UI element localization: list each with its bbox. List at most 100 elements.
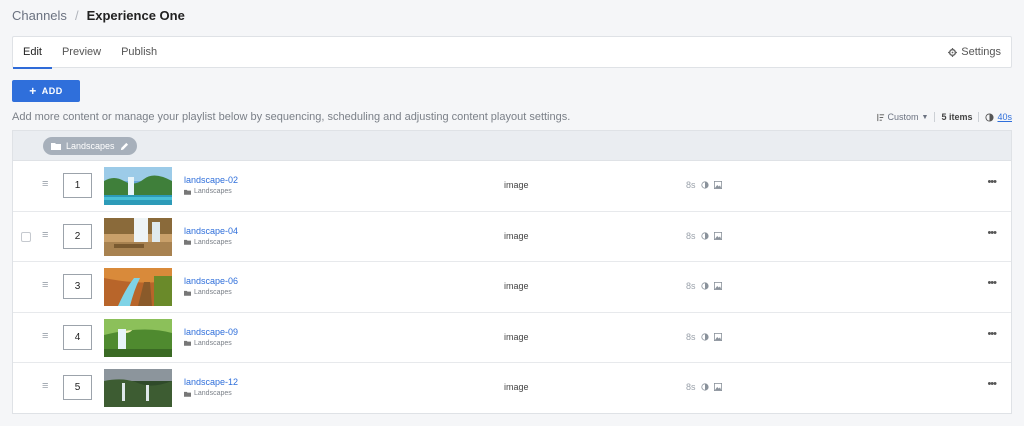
settings-label: Settings — [961, 46, 1001, 58]
more-icon[interactable]: ••• — [987, 227, 997, 239]
sort-dropdown[interactable]: Custom ▼ — [876, 112, 929, 122]
group-label: Landscapes — [66, 141, 115, 151]
item-duration: 8s — [686, 332, 722, 342]
items-count: 5 items — [941, 112, 973, 122]
order-input[interactable]: 4 — [63, 324, 92, 350]
playlist-toolbar: Custom ▼ 5 items 40s — [876, 111, 1012, 123]
chevron-down-icon: ▼ — [921, 113, 929, 121]
folder-label: Landscapes — [194, 339, 232, 347]
drag-handle-icon[interactable]: ≡ — [42, 380, 48, 392]
group-header: Landscapes — [13, 131, 1011, 161]
item-title[interactable]: landscape-12 — [184, 377, 238, 387]
contrast-icon[interactable] — [700, 181, 709, 189]
table-row[interactable]: ≡ 4 landscape-09 Landscapes image 8s ••• — [13, 313, 1011, 364]
thumbnail — [104, 167, 172, 205]
item-type: image — [504, 382, 529, 393]
breadcrumb-separator: / — [74, 8, 79, 23]
item-duration: 8s — [686, 382, 722, 392]
item-folder: Landscapes — [184, 289, 232, 296]
order-input[interactable]: 3 — [63, 274, 92, 300]
group-chip[interactable]: Landscapes — [43, 137, 137, 155]
breadcrumb-channels-link[interactable]: Channels — [12, 8, 67, 23]
image-icon[interactable] — [713, 383, 722, 392]
settings-link[interactable]: Settings — [948, 37, 1001, 68]
order-input[interactable]: 1 — [63, 173, 92, 198]
folder-icon — [184, 290, 191, 296]
item-duration: 8s — [686, 231, 722, 241]
image-icon[interactable] — [713, 181, 722, 189]
image-icon[interactable] — [713, 332, 722, 341]
drag-handle-icon[interactable]: ≡ — [42, 279, 48, 291]
more-icon[interactable]: ••• — [987, 176, 997, 188]
more-icon[interactable]: ••• — [987, 328, 997, 340]
drag-handle-icon[interactable]: ≡ — [42, 229, 48, 241]
item-type: image — [504, 281, 529, 292]
folder-icon — [184, 189, 191, 195]
item-folder: Landscapes — [184, 340, 232, 347]
duration-value: 8s — [686, 281, 696, 292]
folder-label: Landscapes — [194, 390, 232, 398]
table-row[interactable]: ≡ 1 landscape-02 Landscapes image 8s ••• — [13, 161, 1011, 212]
divider — [934, 112, 936, 122]
duration-value: 8s — [686, 230, 696, 241]
drag-handle-icon[interactable]: ≡ — [42, 178, 48, 190]
item-duration: 8s — [686, 281, 722, 291]
playlist-panel: Landscapes ≡ 1 landscape-02 Landscapes i… — [12, 130, 1012, 414]
more-icon[interactable]: ••• — [987, 277, 997, 289]
item-duration: 8s — [686, 180, 722, 190]
thumbnail — [104, 369, 172, 408]
contrast-icon[interactable] — [700, 333, 709, 341]
contrast-icon[interactable] — [700, 282, 709, 290]
item-title[interactable]: landscape-04 — [184, 226, 238, 236]
sort-icon — [876, 113, 884, 121]
tab-edit[interactable]: Edit — [13, 37, 52, 69]
total-duration-value: 40s — [997, 112, 1012, 122]
add-button[interactable]: + ADD — [12, 80, 80, 102]
table-row[interactable]: ≡ 5 landscape-12 Landscapes image 8s ••• — [13, 363, 1011, 414]
tab-publish[interactable]: Publish — [111, 37, 167, 68]
folder-label: Landscapes — [194, 188, 232, 195]
drag-handle-icon[interactable]: ≡ — [42, 330, 48, 342]
item-title[interactable]: landscape-06 — [184, 276, 238, 286]
item-type: image — [504, 331, 529, 342]
page-title: Experience One — [86, 8, 185, 23]
folder-icon — [184, 391, 191, 397]
item-type: image — [504, 230, 529, 241]
row-checkbox[interactable] — [21, 231, 31, 242]
more-icon[interactable]: ••• — [987, 378, 997, 390]
image-icon[interactable] — [713, 282, 722, 291]
gear-icon — [948, 48, 958, 57]
item-folder: Landscapes — [184, 188, 232, 195]
contrast-icon[interactable] — [700, 231, 709, 240]
duration-value: 8s — [686, 382, 696, 393]
item-title[interactable]: landscape-02 — [184, 175, 238, 185]
order-input[interactable]: 2 — [63, 223, 92, 249]
folder-icon — [184, 341, 191, 347]
table-row[interactable]: ≡ 2 landscape-04 Landscapes image 8s ••• — [13, 212, 1011, 263]
plus-icon: + — [29, 84, 37, 98]
divider — [978, 112, 980, 122]
order-input[interactable]: 5 — [63, 375, 92, 401]
help-text: Add more content or manage your playlist… — [12, 111, 571, 123]
tab-preview[interactable]: Preview — [52, 37, 111, 68]
total-duration[interactable]: 40s — [985, 112, 1012, 122]
item-folder: Landscapes — [184, 239, 232, 246]
folder-icon — [184, 239, 191, 245]
folder-icon — [51, 143, 61, 150]
contrast-icon — [985, 112, 995, 122]
sort-label: Custom — [887, 112, 919, 122]
tab-bar: Edit Preview Publish Settings — [12, 36, 1012, 69]
item-title[interactable]: landscape-09 — [184, 327, 238, 337]
thumbnail — [104, 318, 172, 357]
item-folder: Landscapes — [184, 390, 232, 397]
folder-label: Landscapes — [194, 238, 232, 246]
image-icon[interactable] — [713, 231, 722, 240]
breadcrumb: Channels / Experience One — [12, 8, 185, 23]
item-type: image — [504, 180, 529, 190]
duration-value: 8s — [686, 331, 696, 342]
add-button-label: ADD — [41, 86, 63, 96]
table-row[interactable]: ≡ 3 landscape-06 Landscapes image 8s ••• — [13, 262, 1011, 313]
contrast-icon[interactable] — [700, 383, 709, 391]
folder-label: Landscapes — [194, 289, 232, 297]
pencil-icon[interactable] — [120, 142, 129, 151]
